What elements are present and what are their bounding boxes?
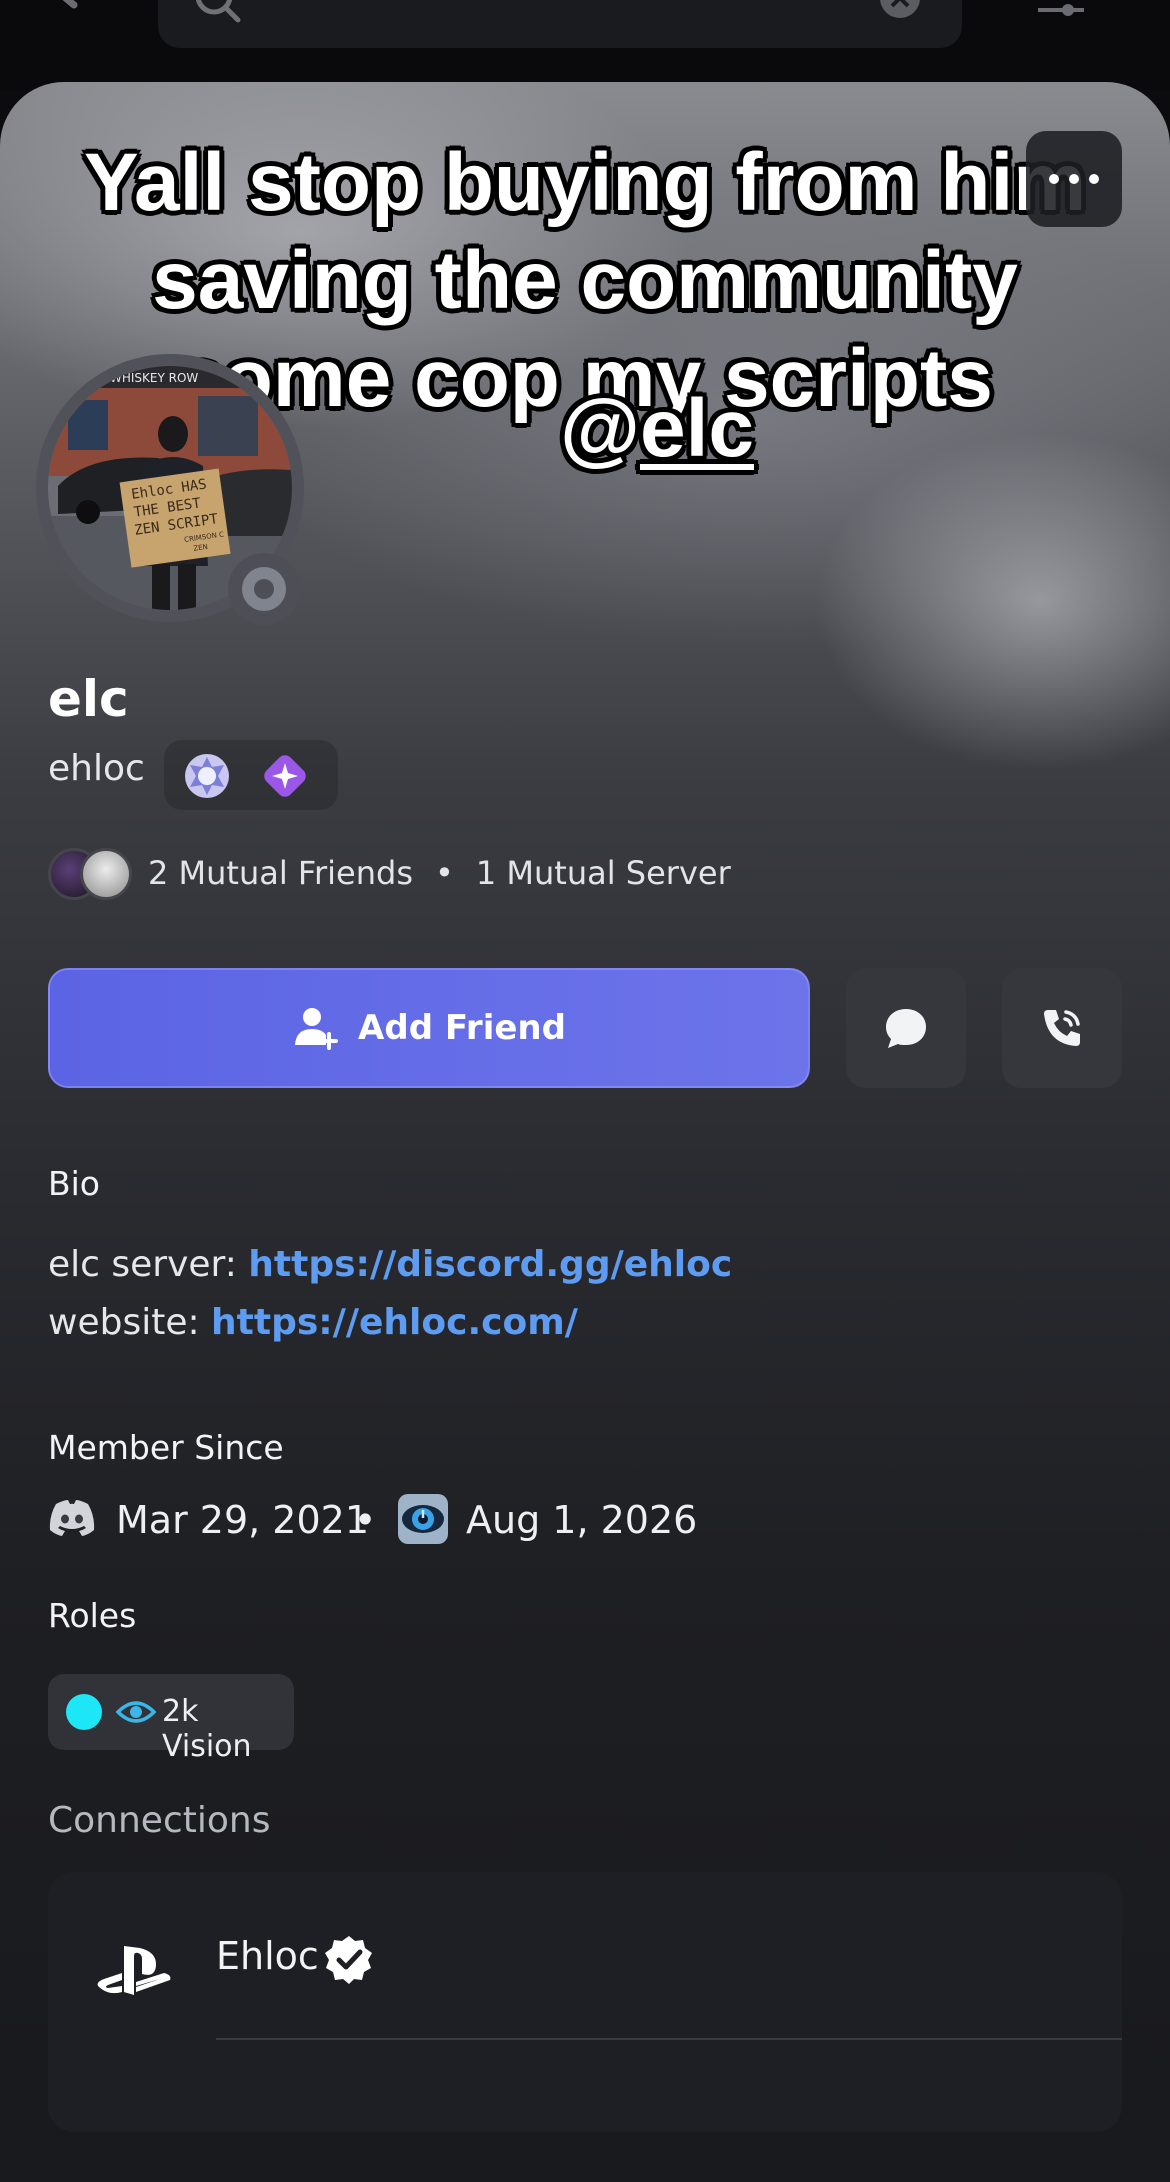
discord-logo-icon — [49, 1500, 95, 1536]
bio-line-2-label: website: — [48, 1302, 212, 1343]
more-options-button[interactable] — [1026, 131, 1122, 227]
nitro-quest-badge-icon[interactable] — [260, 751, 310, 801]
status-offline-icon — [228, 553, 300, 625]
search-icon — [196, 0, 241, 23]
mention-name: elc — [639, 383, 754, 474]
bio-line-1-label: elc server: — [48, 1244, 249, 1285]
top-search-bar: ehloc — [0, 0, 1170, 90]
search-input[interactable]: ehloc — [158, 0, 962, 48]
discord-member-date: Mar 29, 2021 — [116, 1498, 369, 1542]
more-dots-icon — [1049, 174, 1059, 184]
caption-line-1: Yall stop buying from him — [83, 137, 1087, 228]
member-since-separator: • — [354, 1498, 377, 1542]
add-friend-label: Add Friend — [358, 1008, 566, 1048]
username: ehloc — [48, 748, 145, 789]
playstation-icon — [97, 1946, 171, 1995]
server-icon — [398, 1494, 448, 1544]
bio-discord-link[interactable]: https://discord.gg/ehloc — [248, 1244, 732, 1285]
connections-card: Ehloc — [48, 1872, 1122, 2132]
bio-line-2: website: https://ehloc.com/ — [48, 1302, 578, 1343]
server-member-date: Aug 1, 2026 — [466, 1498, 698, 1542]
clear-search-icon[interactable] — [878, 0, 922, 42]
mutual-friends-count[interactable]: 2 Mutual Friends — [148, 854, 413, 892]
filter-icon[interactable] — [1034, 0, 1088, 26]
mention-at: @ — [560, 383, 640, 474]
verified-check-icon — [325, 1936, 372, 1984]
server-booster-badge-icon[interactable] — [182, 751, 232, 801]
add-friend-button[interactable]: Add Friend — [48, 968, 810, 1088]
bio-website-link[interactable]: https://ehloc.com/ — [211, 1302, 578, 1343]
connection-name: Ehloc — [216, 1934, 319, 1978]
mutual-servers-count[interactable]: 1 Mutual Server — [476, 854, 731, 892]
back-arrow-icon[interactable] — [44, 0, 114, 25]
eye-icon — [116, 1701, 156, 1723]
caption-line-2: saving the community — [152, 235, 1018, 326]
profile-card: Yall stop buying from him saving the com… — [0, 82, 1170, 2182]
connection-divider — [216, 2038, 1122, 2040]
bio-line-1: elc server: https://discord.gg/ehloc — [48, 1244, 732, 1285]
mutuals-separator: • — [435, 854, 454, 892]
phone-call-icon — [1044, 1010, 1080, 1046]
mutuals-row[interactable]: 2 Mutual Friends • 1 Mutual Server — [48, 848, 848, 900]
mutual-friend-avatar — [80, 848, 132, 900]
roles-title: Roles — [48, 1596, 137, 1635]
role-color-dot — [66, 1694, 102, 1730]
role-name: 2k Vision — [162, 1694, 252, 1764]
connections-title: Connections — [48, 1800, 271, 1841]
call-button[interactable] — [1002, 968, 1122, 1088]
message-button[interactable] — [846, 968, 966, 1088]
mutuals-text: 2 Mutual Friends • 1 Mutual Server — [148, 854, 731, 892]
message-bubble-icon — [886, 1009, 926, 1048]
bio-title: Bio — [48, 1164, 100, 1203]
role-chip[interactable]: 2k Vision — [48, 1674, 294, 1764]
mention-overlay: @elc — [560, 382, 754, 476]
member-since-title: Member Since — [48, 1428, 284, 1467]
badges-row — [164, 740, 338, 810]
display-name: elc — [48, 670, 129, 728]
member-since-row: Mar 29, 2021 • Aug 1, 2026 — [48, 1490, 848, 1550]
add-friend-icon — [295, 1008, 339, 1050]
